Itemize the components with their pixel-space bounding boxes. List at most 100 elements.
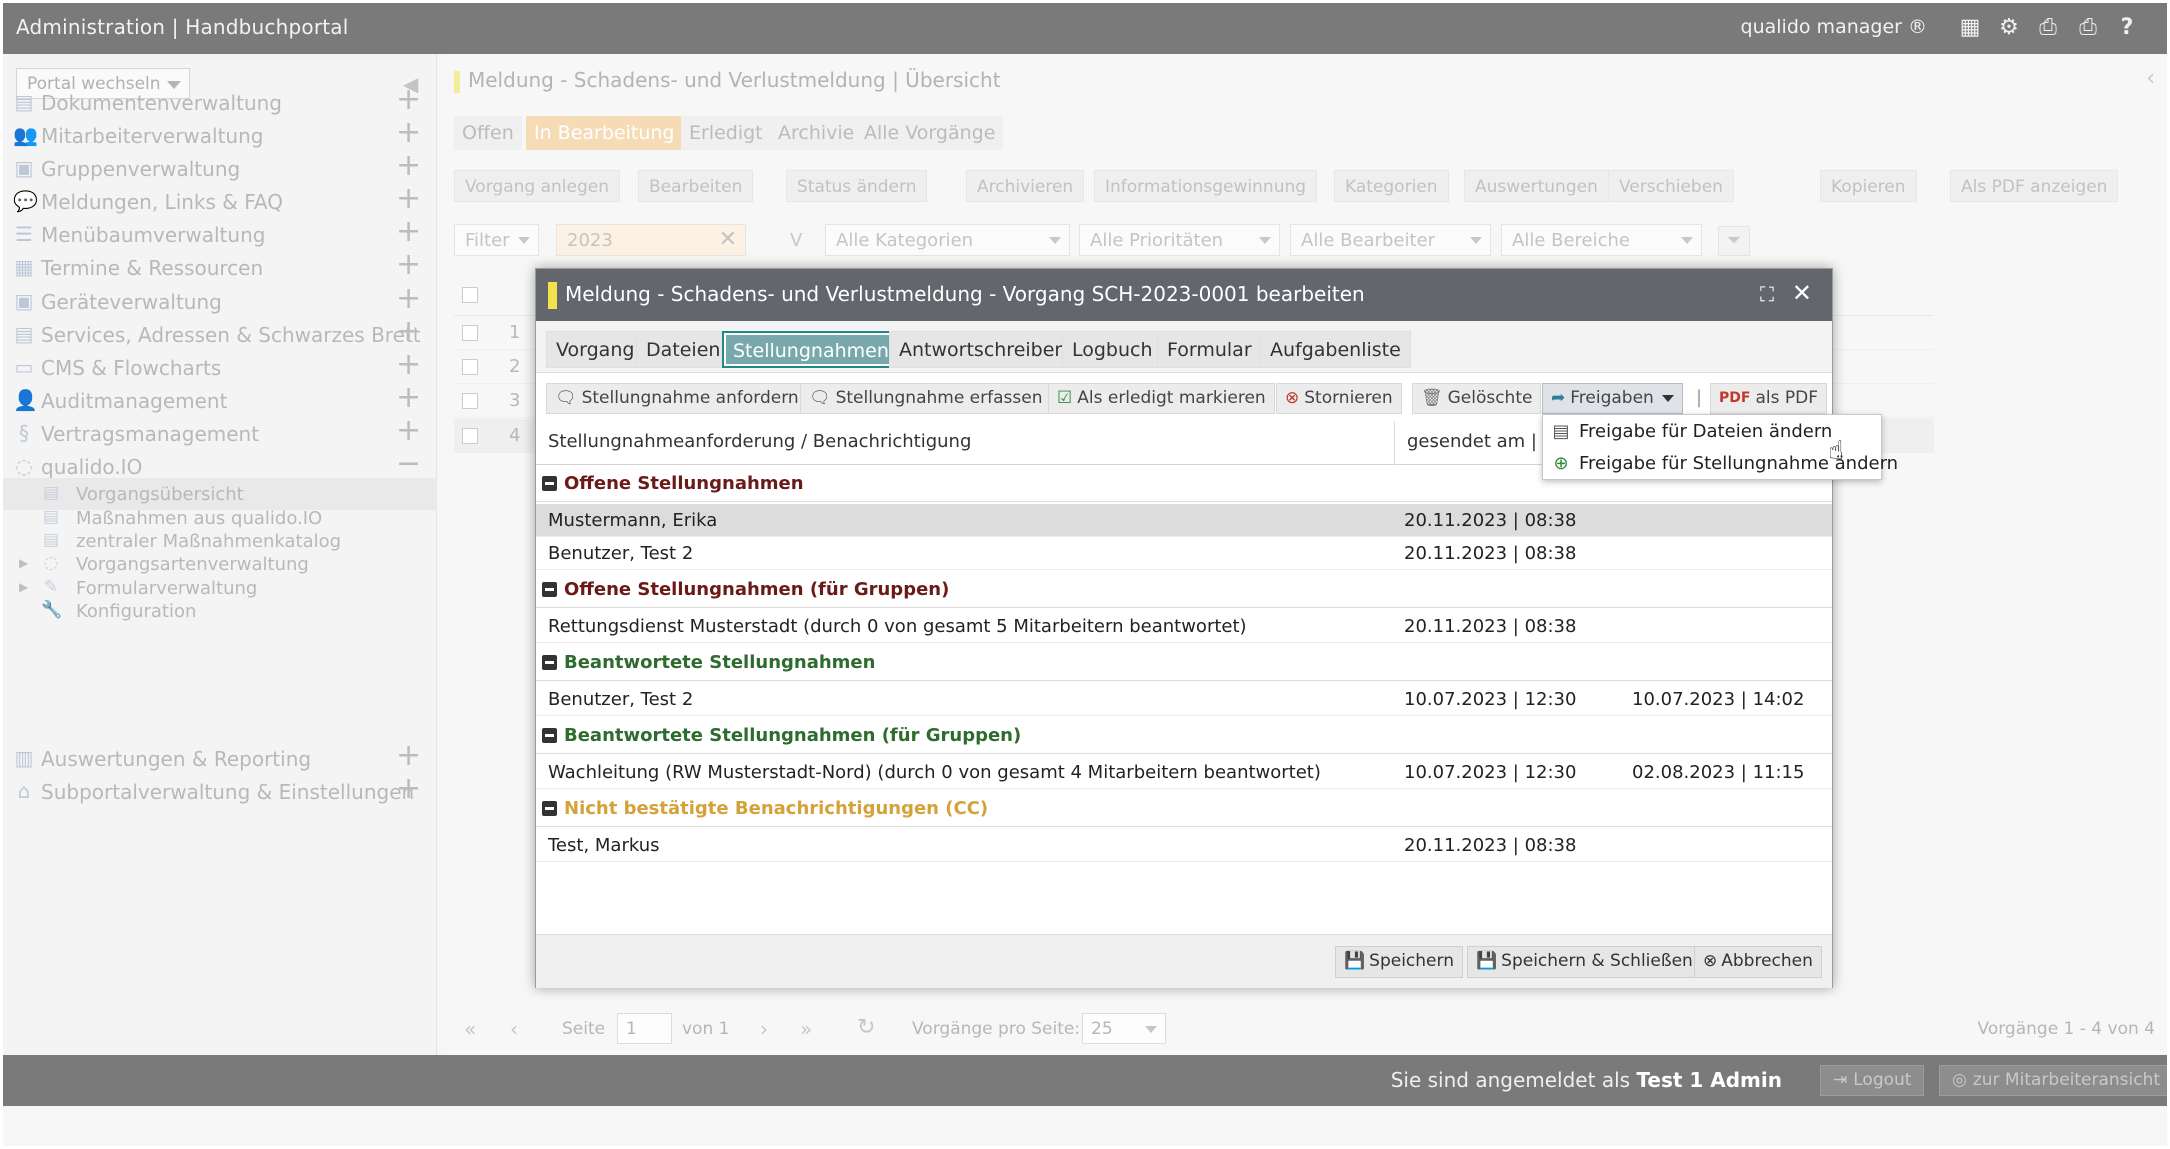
collapse-right-icon[interactable]: ‹ xyxy=(2146,66,2155,91)
plus-icon[interactable]: + xyxy=(396,350,421,380)
assignee-select[interactable]: Alle Bearbeiter xyxy=(1290,224,1491,256)
collapse-minus-icon[interactable] xyxy=(542,801,557,816)
priority-select[interactable]: Alle Prioritäten xyxy=(1079,224,1280,256)
record-statement-button[interactable]: 🗨 Stellungnahme erfassen xyxy=(800,383,1052,414)
table-row[interactable]: Test, Markus 20.11.2023 | 08:38 xyxy=(536,829,1832,862)
check-icon: ☑ xyxy=(1057,388,1073,408)
row-checkbox[interactable] xyxy=(462,428,478,444)
save-button[interactable]: 💾 Speichern xyxy=(1335,946,1463,978)
first-page-icon[interactable]: « xyxy=(464,1017,476,1041)
table-row[interactable]: Benutzer, Test 2 10.07.2023 | 12:30 10.07.… xyxy=(536,683,1832,716)
status-tab[interactable]: Offen xyxy=(454,116,522,150)
toolbar-button[interactable]: Archivieren xyxy=(966,170,1085,202)
or-separator: V xyxy=(790,230,803,251)
print-icon[interactable]: ⎙ xyxy=(2075,15,2101,41)
toolbar-button[interactable]: Bearbeiten xyxy=(638,170,754,202)
collapse-minus-icon[interactable] xyxy=(542,655,557,670)
group-header[interactable]: Beantwortete Stellungnahmen xyxy=(536,645,1832,681)
prev-page-icon[interactable]: ‹ xyxy=(510,1017,518,1041)
column-header-sent[interactable]: gesendet am | xyxy=(1394,421,1537,465)
filter-select[interactable]: Filter xyxy=(454,224,539,256)
dialog-tab[interactable]: Aufgabenliste xyxy=(1260,331,1411,368)
status-tab[interactable]: In Bearbeitung xyxy=(526,116,683,150)
plus-icon[interactable]: + xyxy=(396,383,421,413)
page-input[interactable]: 1 xyxy=(617,1013,672,1044)
logout-button[interactable]: ⇥ Logout xyxy=(1820,1065,1925,1096)
toolbar-button[interactable]: Als PDF anzeigen xyxy=(1950,170,2119,202)
toolbar-button[interactable]: Kategorien xyxy=(1334,170,1449,202)
expand-arrow-icon[interactable]: ▶ xyxy=(19,580,28,594)
save-close-button[interactable]: 💾 Speichern & Schließen xyxy=(1467,946,1702,978)
status-tab[interactable]: Erledigt xyxy=(681,116,771,150)
clear-icon[interactable]: ✕ xyxy=(719,227,737,252)
plus-icon[interactable]: + xyxy=(396,284,421,314)
group-header[interactable]: Nicht bestätigte Benachrichtigungen (CC) xyxy=(536,791,1832,827)
plus-icon[interactable]: + xyxy=(396,317,421,347)
plus-icon[interactable]: + xyxy=(396,184,421,214)
minus-icon[interactable]: − xyxy=(396,449,421,479)
table-row[interactable]: Rettungsdienst Musterstadt (durch 0 von … xyxy=(536,610,1832,643)
collapse-minus-icon[interactable] xyxy=(542,582,557,597)
sidebar-item-label: Termine & Ressourcen xyxy=(41,256,264,280)
group-header[interactable]: Beantwortete Stellungnahmen (für Gruppen… xyxy=(536,718,1832,754)
request-statement-button[interactable]: 🗨 Stellungnahme anfordern xyxy=(546,383,808,414)
maximize-icon[interactable]: ⛶ xyxy=(1760,282,1774,306)
chart-icon: ▥ xyxy=(14,746,34,770)
plus-icon[interactable]: + xyxy=(396,118,421,148)
dialog-tab[interactable]: Antwortschreiben xyxy=(889,331,1077,368)
share-button[interactable]: ➦ Freigaben xyxy=(1542,383,1683,414)
dialog-tab[interactable]: Stellungnahmen xyxy=(722,331,900,368)
group-header[interactable]: Offene Stellungnahmen (für Gruppen) xyxy=(536,572,1832,608)
sidebar-item[interactable]: ⌂ Subportalverwaltung & Einstellungen + xyxy=(3,768,437,812)
dialog-tab[interactable]: Logbuch xyxy=(1062,331,1163,368)
last-page-icon[interactable]: » xyxy=(800,1017,812,1041)
employee-view-button[interactable]: ◎ zur Mitarbeiteransicht xyxy=(1939,1065,2167,1096)
table-row[interactable]: Benutzer, Test 2 20.11.2023 | 08:38 xyxy=(536,537,1832,570)
select-all-checkbox[interactable] xyxy=(462,287,478,303)
pdf-button[interactable]: PDF als PDF xyxy=(1710,383,1827,414)
deleted-button[interactable]: 🗑 Gelöschte xyxy=(1412,383,1542,414)
plus-icon[interactable]: + xyxy=(396,85,421,115)
row-checkbox[interactable] xyxy=(462,359,478,375)
export-icon[interactable]: ⎙ xyxy=(2035,15,2061,41)
plus-icon[interactable]: + xyxy=(396,250,421,280)
plus-icon[interactable]: + xyxy=(396,774,421,804)
toolbar-button[interactable]: Auswertungen xyxy=(1464,170,1609,202)
plus-icon[interactable]: + xyxy=(396,741,421,771)
mark-done-button[interactable]: ☑ Als erledigt markieren xyxy=(1048,383,1275,414)
sitemap-icon[interactable]: ⚙ xyxy=(1996,15,2022,41)
collapse-minus-icon[interactable] xyxy=(542,728,557,743)
sidebar-subitem[interactable]: 🔧 Konfiguration xyxy=(3,595,437,627)
help-icon[interactable]: ? xyxy=(2114,15,2140,41)
plus-icon[interactable]: + xyxy=(396,151,421,181)
close-icon[interactable]: ✕ xyxy=(1792,279,1812,307)
cancel-statement-button[interactable]: ⊗ Stornieren xyxy=(1276,383,1402,414)
table-row[interactable]: Mustermann, Erika 20.11.2023 | 08:38 xyxy=(536,504,1832,537)
dialog-tab[interactable]: Dateien xyxy=(636,331,731,368)
plus-icon[interactable]: + xyxy=(396,416,421,446)
search-input[interactable]: 2023 ✕ xyxy=(556,224,746,256)
toolbar-button[interactable]: Vorgang anlegen xyxy=(454,170,620,202)
refresh-icon[interactable]: ↻ xyxy=(857,1015,875,1040)
plus-icon[interactable]: + xyxy=(396,217,421,247)
expand-arrow-icon[interactable]: ▶ xyxy=(19,556,28,570)
dialog-tab[interactable]: Vorgang xyxy=(546,331,645,368)
per-page-select[interactable]: 25 xyxy=(1082,1013,1166,1044)
collapse-minus-icon[interactable] xyxy=(542,476,557,491)
dialog-tab[interactable]: Formular xyxy=(1157,331,1262,368)
area-select[interactable]: Alle Bereiche xyxy=(1501,224,1702,256)
toolbar-button[interactable]: Kopieren xyxy=(1820,170,1917,202)
table-row[interactable]: Wachleitung (RW Musterstadt-Nord) (durch… xyxy=(536,756,1832,789)
toolbar-button[interactable]: Informationsgewinnung xyxy=(1094,170,1318,202)
category-select[interactable]: Alle Kategorien xyxy=(825,224,1070,256)
filter-icon[interactable]: ⏷ xyxy=(1718,226,1750,256)
toolbar-button[interactable]: Verschieben xyxy=(1608,170,1734,202)
toolbar-button[interactable]: Status ändern xyxy=(786,170,928,202)
row-checkbox[interactable] xyxy=(462,325,478,341)
status-tab[interactable]: Alle Vorgänge xyxy=(856,116,1004,150)
keyboard-icon[interactable]: ▦ xyxy=(1957,15,1983,41)
employee-view-label: zur Mitarbeiteransicht xyxy=(1972,1070,2161,1090)
cancel-button[interactable]: ⊗ Abbrechen xyxy=(1694,946,1822,978)
row-checkbox[interactable] xyxy=(462,393,478,409)
next-page-icon[interactable]: › xyxy=(760,1017,768,1041)
